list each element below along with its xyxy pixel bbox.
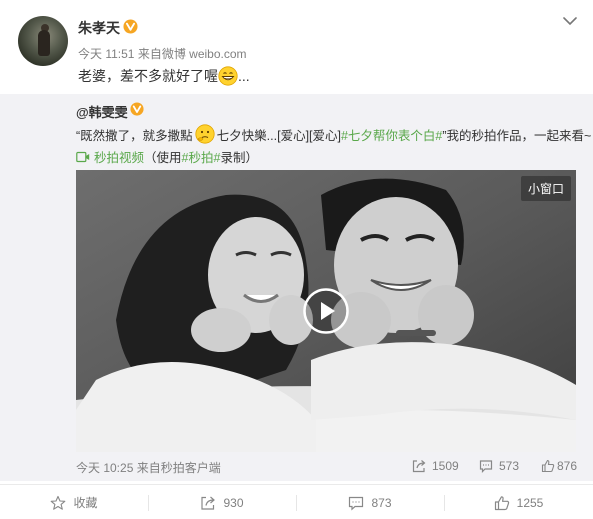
post-source[interactable]: 来自微博 weibo.com [138, 47, 247, 61]
chevron-down-icon[interactable] [563, 16, 577, 26]
repost-footer: 今天 10:25 来自秒拍客户端 1509 573 876 [76, 459, 577, 479]
avatar[interactable] [18, 16, 68, 66]
post-text-ellipsis: ... [238, 68, 250, 84]
repost-source[interactable]: 来自秒拍客户端 [137, 461, 221, 475]
post-time[interactable]: 今天 11:51 [78, 47, 134, 61]
video-link-icon [76, 151, 90, 162]
post-text-body: 老婆，差不多就好了喔 [78, 68, 218, 84]
repost-time[interactable]: 今天 10:25 [76, 461, 133, 475]
repost-like-stat[interactable]: 876 [541, 459, 577, 473]
hashtag-link[interactable]: #七夕帮你表个白# [341, 125, 442, 144]
used-suffix: 录制） [220, 151, 258, 165]
repost-username[interactable]: @韩雯雯 [76, 102, 128, 121]
repost-text-part2: 七夕快樂...[爱心][爱心] [216, 128, 341, 143]
used-prefix: （使用 [144, 151, 182, 165]
verified-badge-icon [123, 19, 138, 34]
forward-count: 930 [223, 495, 244, 510]
post-username[interactable]: 朱孝天 [78, 18, 120, 38]
repost-comment-stat[interactable]: 573 [479, 459, 519, 473]
like-icon [494, 495, 509, 510]
action-bar: 收藏 930 873 1255 [0, 484, 593, 519]
repost-text: “既然撒了，就多撒點 七夕快樂...[爱心][爱心] #七夕帮你表个白# ”我的… [76, 124, 591, 144]
play-icon[interactable] [303, 288, 349, 334]
verified-badge-icon [130, 102, 144, 116]
post-meta: 今天 11:51 来自微博 weibo.com [78, 45, 247, 62]
mini-window-button[interactable]: 小窗口 [520, 176, 571, 201]
star-icon [51, 495, 66, 510]
repost-text-part3: ”我的秒拍作品，一起来看~ [442, 128, 592, 143]
favorite-button[interactable]: 收藏 [0, 485, 148, 519]
comment-count: 873 [371, 495, 392, 510]
repost-block: @韩雯雯 “既然撒了，就多撒點 七夕快樂...[爱心][爱心] #七夕帮你表个白… [0, 94, 593, 481]
favorite-label: 收藏 [73, 496, 98, 510]
like-icon [541, 459, 555, 473]
comment-button[interactable]: 873 [296, 485, 444, 519]
forward-icon [412, 460, 426, 473]
thinking-emoji-icon [195, 124, 215, 144]
repost-time-source: 今天 10:25 来自秒拍客户端 [76, 459, 221, 476]
forward-icon [201, 496, 216, 510]
repost-video-line: 秒拍视频 （使用 #秒拍# 录制） [76, 147, 258, 166]
video-player[interactable]: 小窗口 [76, 170, 576, 452]
comment-icon [479, 460, 493, 473]
weibo-post-card: 朱孝天 今天 11:51 来自微博 weibo.com 老婆，差不多就好了喔 .… [0, 0, 593, 519]
grin-emoji-icon [218, 66, 238, 86]
like-button[interactable]: 1255 [444, 485, 593, 519]
repost-text-part1: “既然撒了，就多撒點 [76, 128, 193, 143]
comment-icon [349, 496, 364, 511]
repost-forward-stat[interactable]: 1509 [412, 459, 459, 473]
forward-button[interactable]: 930 [148, 485, 296, 519]
repost-comment-count: 573 [499, 459, 520, 473]
video-link[interactable]: 秒拍视频 [94, 147, 144, 166]
miaopai-hashtag-link[interactable]: #秒拍# [182, 147, 221, 166]
post-text: 老婆，差不多就好了喔 ... [78, 66, 250, 86]
repost-forward-count: 1509 [432, 459, 459, 473]
like-count: 1255 [516, 495, 544, 510]
repost-like-count: 876 [557, 459, 578, 473]
